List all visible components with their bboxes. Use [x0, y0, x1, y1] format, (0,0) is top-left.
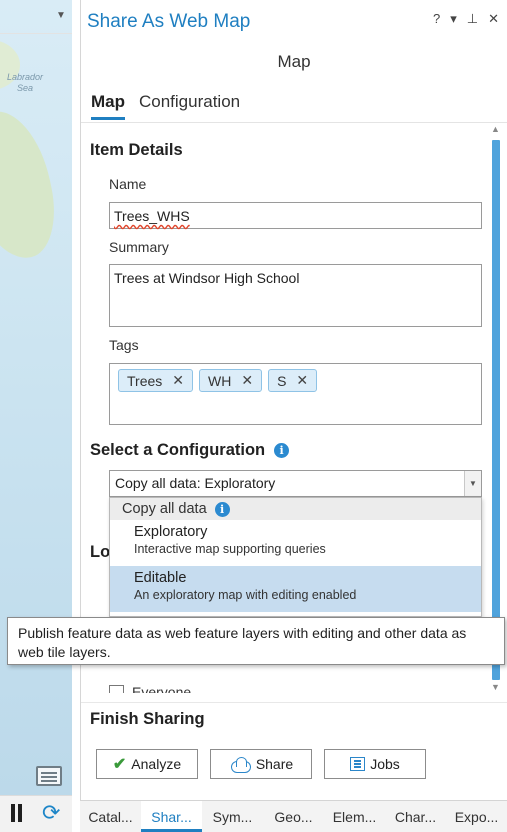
- remove-tag-icon[interactable]: ✕: [241, 372, 253, 389]
- remove-tag-icon[interactable]: ✕: [172, 372, 184, 389]
- checkmark-icon: ✔: [112, 756, 127, 773]
- dropdown-option-editable[interactable]: Editable An exploratory map with editing…: [110, 566, 481, 612]
- cloud-icon: [229, 757, 251, 773]
- finish-sharing-heading: Finish Sharing: [90, 710, 205, 728]
- help-icon[interactable]: ?: [433, 11, 440, 27]
- dropdown-option-exploratory[interactable]: Exploratory Interactive map supporting q…: [110, 520, 481, 566]
- tags-label: Tags: [109, 337, 139, 353]
- table-icon[interactable]: [36, 766, 62, 786]
- jobs-label: Jobs: [370, 756, 400, 772]
- pane-tabs: Map Configuration: [91, 92, 240, 120]
- jobs-button[interactable]: Jobs: [324, 749, 426, 779]
- configuration-selected-value: Copy all data: Exploratory: [115, 475, 276, 491]
- everyone-label: Everyone: [132, 684, 192, 693]
- refresh-icon[interactable]: ⟳: [42, 800, 60, 826]
- dock-tab-catalog[interactable]: Catal...: [80, 801, 141, 832]
- partial-section-heading: Lo: [90, 543, 111, 561]
- tags-field[interactable]: Trees ✕ WH ✕ S ✕: [109, 363, 482, 425]
- dropdown-group-header: Copy all data i: [110, 498, 481, 520]
- chevron-down-icon[interactable]: ▼: [56, 10, 66, 21]
- pane-controls: ? ▾ ⊥ ✕: [433, 11, 499, 27]
- configuration-heading: Select a Configuration i: [90, 441, 290, 460]
- tag-chip: S ✕: [268, 369, 318, 392]
- map-toolbar: ⟳: [0, 795, 72, 832]
- share-label: Share: [255, 756, 294, 772]
- map-label: Labrador Sea: [6, 72, 44, 93]
- item-details-heading: Item Details: [90, 141, 183, 159]
- finish-divider: [81, 702, 507, 703]
- name-field[interactable]: Trees_WHS: [109, 202, 482, 229]
- pane-title: Share As Web Map: [87, 11, 251, 32]
- share-button[interactable]: Share: [210, 749, 312, 779]
- dock-tab-bar: Catal... Shar... Sym... Geo... Elem... C…: [80, 800, 507, 832]
- tab-map[interactable]: Map: [91, 92, 125, 120]
- dock-tab-export[interactable]: Expo...: [446, 801, 507, 832]
- map-view[interactable]: ▼ Labrador Sea: [0, 0, 72, 795]
- dock-tab-geoprocessing[interactable]: Geo...: [263, 801, 324, 832]
- close-icon[interactable]: ✕: [488, 11, 499, 27]
- dock-tab-share[interactable]: Shar...: [141, 801, 202, 832]
- remove-tag-icon[interactable]: ✕: [296, 372, 308, 389]
- map-landmass: [0, 103, 65, 267]
- dropdown-group-label: Copy all data: [122, 501, 207, 517]
- tag-chip: Trees ✕: [118, 369, 194, 392]
- configuration-heading-label: Select a Configuration: [90, 441, 266, 459]
- share-web-map-pane: Share As Web Map ? ▾ ⊥ ✕ Map Map Configu…: [80, 0, 507, 800]
- tag-chip: WH ✕: [199, 369, 263, 392]
- dock-tab-symbology[interactable]: Sym...: [202, 801, 263, 832]
- name-label: Name: [109, 176, 147, 192]
- dock-tab-elements[interactable]: Elem...: [324, 801, 385, 832]
- analyze-button[interactable]: ✔ Analyze: [96, 749, 198, 779]
- scroll-down-icon[interactable]: ▼: [491, 682, 500, 692]
- scroll-thumb[interactable]: [492, 140, 500, 680]
- tag-label: Trees: [127, 372, 163, 389]
- checkbox-everyone-row[interactable]: Everyone: [109, 683, 191, 693]
- configuration-select[interactable]: Copy all data: Exploratory ▼: [109, 470, 482, 497]
- dropdown-arrow-icon[interactable]: ▼: [464, 471, 481, 496]
- summary-label: Summary: [109, 239, 169, 255]
- info-icon[interactable]: i: [274, 443, 290, 458]
- pane-subtitle: Map: [277, 52, 311, 71]
- info-icon[interactable]: i: [214, 501, 230, 517]
- everyone-checkbox[interactable]: [109, 684, 124, 693]
- tabs-divider: [81, 122, 507, 123]
- option-title: Exploratory: [134, 524, 208, 540]
- option-title: Editable: [134, 570, 187, 586]
- dock-tab-chart[interactable]: Char...: [385, 801, 446, 832]
- scroll-up-icon[interactable]: ▲: [491, 124, 500, 134]
- list-icon: [350, 757, 366, 771]
- tooltip: Publish feature data as web feature laye…: [7, 617, 505, 665]
- pin-icon[interactable]: ⊥: [467, 11, 478, 27]
- vertical-scrollbar[interactable]: ▲ ▼: [491, 124, 501, 696]
- tag-label: WH: [208, 372, 232, 389]
- tag-label: S: [277, 372, 287, 389]
- analyze-label: Analyze: [131, 756, 182, 772]
- tab-configuration[interactable]: Configuration: [139, 92, 240, 120]
- configuration-dropdown: Copy all data i Exploratory Interactive …: [109, 497, 482, 617]
- pause-icon[interactable]: [10, 804, 24, 822]
- option-description: An exploratory map with editing enabled: [134, 588, 357, 602]
- options-chevron-icon[interactable]: ▾: [450, 11, 457, 27]
- summary-field[interactable]: Trees at Windsor High School: [109, 264, 482, 327]
- summary-value: Trees at Windsor High School: [114, 270, 300, 286]
- option-description: Interactive map supporting queries: [134, 542, 326, 556]
- name-value: Trees_WHS: [114, 208, 190, 224]
